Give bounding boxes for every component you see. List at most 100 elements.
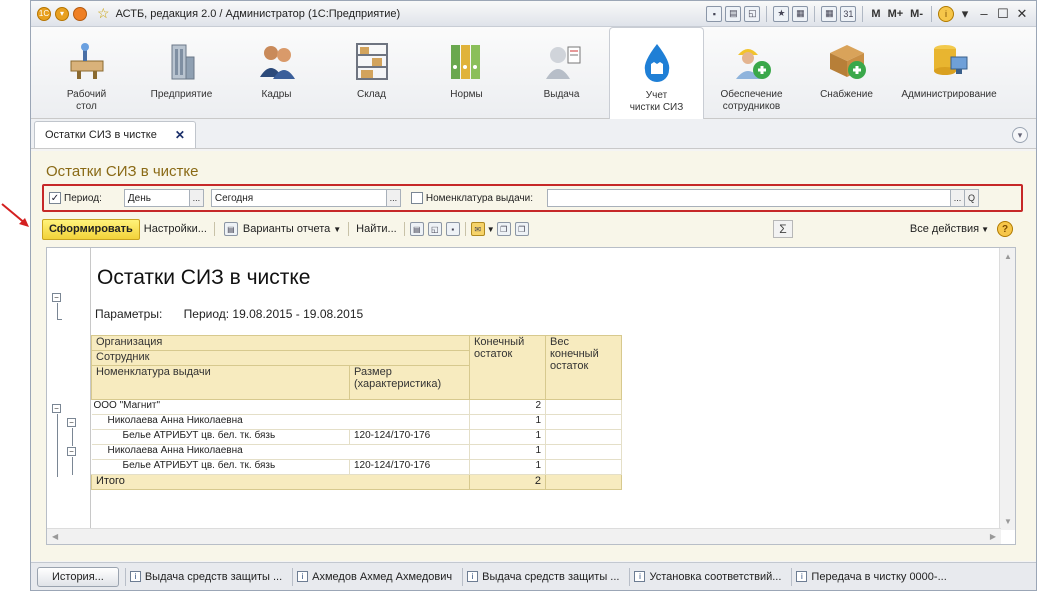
row-balance: 1 xyxy=(469,444,546,460)
nomenclature-field[interactable]: ... Q xyxy=(547,189,979,207)
section-label: Нормы xyxy=(450,89,483,100)
row-weight xyxy=(545,429,622,445)
nomenclature-checkbox[interactable] xyxy=(410,192,423,204)
title-toolbar: ▪ ▤ ◱ ★ ▦ ▦ 31 M M+ M- i ▾ – ☐ ✕ xyxy=(706,5,1036,22)
paste-icon[interactable]: ❐ xyxy=(514,222,529,236)
taskbar-item[interactable]: i Установка соответствий... xyxy=(629,567,785,586)
header-size: Размер (характеристика) xyxy=(349,365,470,400)
all-actions-label: Все действия xyxy=(909,223,980,235)
taskbar-item[interactable]: i Выдача средств защиты ... xyxy=(124,567,286,586)
nomenclature-select-button[interactable]: ... xyxy=(950,190,964,206)
search-icon[interactable]: Q xyxy=(964,190,978,206)
history-list-icon[interactable]: ▦ xyxy=(792,5,809,22)
section-desktop[interactable]: Рабочий стол xyxy=(39,27,134,119)
favorites-star-icon[interactable]: ☆ xyxy=(97,5,110,22)
report-variants-label: Варианты отчета xyxy=(242,223,331,235)
report-document[interactable]: − − − − Остатки СИЗ в чистке Параметры: … xyxy=(46,247,1016,545)
section-administration[interactable]: Администрирование xyxy=(894,27,1004,119)
divider xyxy=(348,222,350,236)
mail-icon[interactable]: ✉ xyxy=(470,222,485,236)
save-icon[interactable]: ▪ xyxy=(706,5,723,22)
database-icon xyxy=(927,39,971,83)
period-checkbox[interactable]: ✓ xyxy=(49,192,61,204)
chevron-down-icon: ▼ xyxy=(333,224,342,234)
section-cleaning[interactable]: Учет чистки СИЗ xyxy=(609,27,704,120)
maximize-icon[interactable]: ☐ xyxy=(995,6,1011,22)
preview-icon[interactable]: ◱ xyxy=(744,5,761,22)
sum-button[interactable]: Σ xyxy=(773,220,793,238)
calendar-icon[interactable]: 31 xyxy=(840,5,857,22)
collapse-org-icon[interactable]: − xyxy=(52,404,61,413)
section-employee-supply[interactable]: Обеспечение сотрудников xyxy=(704,27,799,119)
info-icon[interactable]: i xyxy=(938,5,954,22)
period-type-field[interactable]: День ... xyxy=(123,189,204,207)
tab-clean-balances[interactable]: Остатки СИЗ в чистке ✕ xyxy=(34,121,196,148)
section-warehouse[interactable]: Склад xyxy=(324,27,419,119)
document-icon: i xyxy=(796,571,808,582)
help-icon[interactable]: ? xyxy=(997,221,1013,237)
minimize-icon[interactable]: – xyxy=(976,6,992,21)
all-actions-menu[interactable]: Все действия ▼ ? xyxy=(910,221,1013,237)
copy-icon[interactable]: ❐ xyxy=(496,222,511,236)
worker-add-icon xyxy=(730,39,774,83)
vertical-scrollbar[interactable]: ▲ ▼ xyxy=(999,248,1015,530)
generate-button[interactable]: Сформировать xyxy=(42,218,140,240)
print-icon[interactable]: ▤ xyxy=(409,222,424,236)
section-label: Рабочий стол xyxy=(66,89,107,112)
open-tabs-bar: Остатки СИЗ в чистке ✕ ▾ xyxy=(31,119,1036,149)
scroll-down-icon[interactable]: ▼ xyxy=(1004,517,1012,526)
collapse-header-icon[interactable]: − xyxy=(52,293,61,302)
total-value: 2 xyxy=(469,474,546,490)
save-icon[interactable]: ▪ xyxy=(445,222,460,236)
group-line xyxy=(57,319,62,320)
tab-label: Остатки СИЗ в чистке xyxy=(45,129,157,141)
app-logo-icon[interactable]: 1С xyxy=(37,6,51,21)
group-line xyxy=(57,414,58,477)
header-employee: Сотрудник xyxy=(91,350,470,366)
print-icon[interactable]: ▤ xyxy=(725,5,742,22)
main-menu-icon[interactable]: ▾ xyxy=(55,6,69,21)
close-icon[interactable]: ✕ xyxy=(1014,6,1030,22)
report-title: Остатки СИЗ в чистке xyxy=(97,266,311,289)
report-variants-button[interactable]: ▤ Варианты отчета ▼ xyxy=(218,222,345,236)
memory-plus-button[interactable]: M+ xyxy=(886,8,906,20)
row-balance: 1 xyxy=(469,414,546,430)
header-weight: Вес конечный остаток xyxy=(545,335,622,400)
period-value-field[interactable]: Сегодня ... xyxy=(210,189,401,207)
section-staff[interactable]: Кадры xyxy=(229,27,324,119)
tab-close-icon[interactable]: ✕ xyxy=(175,128,185,142)
scroll-up-icon[interactable]: ▲ xyxy=(1004,252,1012,261)
section-norms[interactable]: Нормы xyxy=(419,27,514,119)
memory-minus-button[interactable]: M- xyxy=(908,8,925,20)
horizontal-scrollbar[interactable]: ◀ ▶ xyxy=(47,528,1001,544)
memory-m-button[interactable]: M xyxy=(869,8,882,20)
section-procurement[interactable]: Снабжение xyxy=(799,27,894,119)
scroll-left-icon[interactable]: ◀ xyxy=(52,532,58,541)
chevron-down-icon[interactable]: ▼ xyxy=(487,225,495,234)
header-org: Организация xyxy=(91,335,470,351)
favorite-add-icon[interactable]: ★ xyxy=(773,5,790,22)
history-button[interactable]: История... xyxy=(37,566,119,587)
settings-button[interactable]: Настройки... xyxy=(140,223,211,235)
table-row: Белье АТРИБУТ цв. бел. тк. бязь 120-124/… xyxy=(91,459,622,475)
taskbar-item-label: Выдача средств защиты ... xyxy=(482,570,620,583)
calculator-icon[interactable]: ▦ xyxy=(821,5,838,22)
period-value-select-button[interactable]: ... xyxy=(385,190,400,206)
dropdown-icon[interactable]: ▾ xyxy=(957,6,973,22)
find-button[interactable]: Найти... xyxy=(352,223,401,235)
home-icon[interactable] xyxy=(73,6,87,21)
table-row: ООО "Магнит" 2 xyxy=(91,399,622,415)
tabs-dropdown-icon[interactable]: ▾ xyxy=(1012,127,1028,143)
row-name: Николаева Анна Николаевна xyxy=(91,414,470,430)
taskbar-item[interactable]: i Ахмедов Ахмед Ахмедович xyxy=(292,567,456,586)
period-type-select-button[interactable]: ... xyxy=(188,190,203,206)
collapse-employee-icon[interactable]: − xyxy=(67,447,76,456)
taskbar-item[interactable]: i Выдача средств защиты ... xyxy=(462,567,623,586)
section-issue[interactable]: Выдача xyxy=(514,27,609,119)
print-preview-icon[interactable]: ◱ xyxy=(427,222,442,236)
scroll-right-icon[interactable]: ▶ xyxy=(990,532,996,541)
section-enterprise[interactable]: Предприятие xyxy=(134,27,229,119)
taskbar-item[interactable]: i Передача в чистку 0000-... xyxy=(791,567,950,586)
section-label: Обеспечение сотрудников xyxy=(720,89,783,112)
collapse-employee-icon[interactable]: − xyxy=(67,418,76,427)
